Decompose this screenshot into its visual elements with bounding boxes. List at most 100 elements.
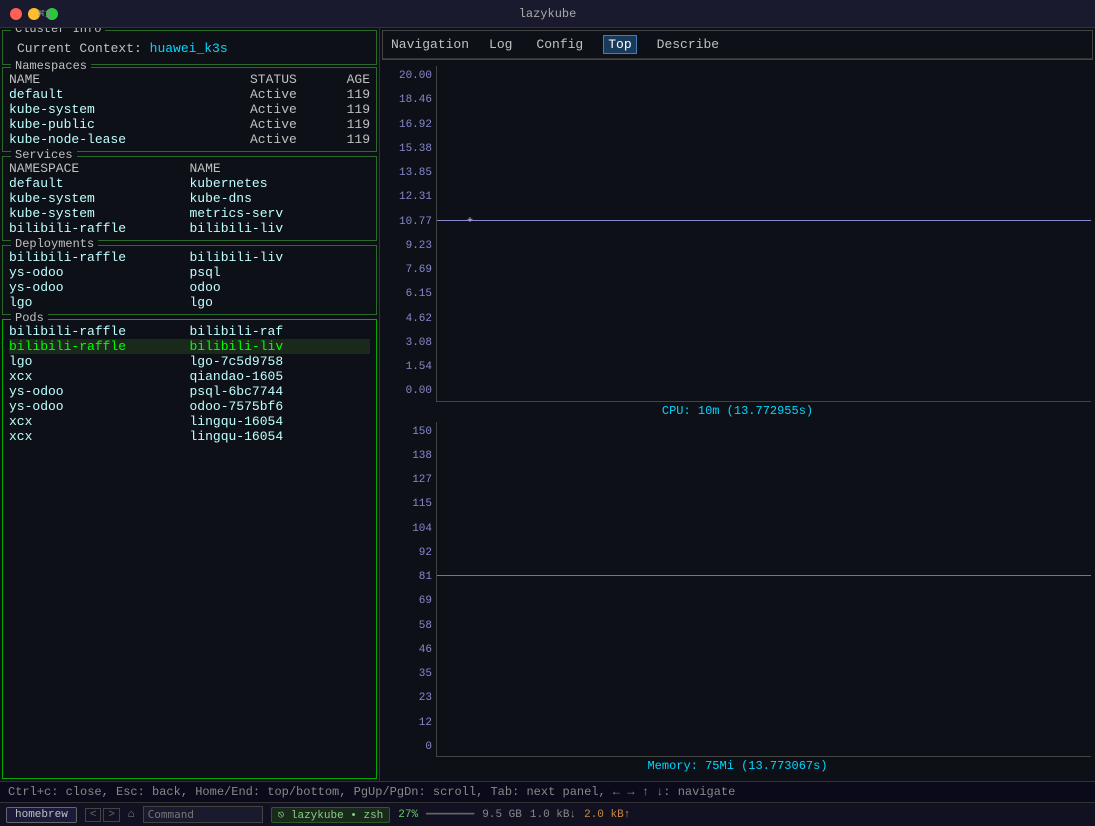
table-row[interactable]: lgo lgo (9, 295, 370, 310)
deploy-namespace: ys-odoo (9, 280, 190, 295)
terminal-right: ⎋ lazykube • zsh 27% ━━━━━━━━ 9.5 GB 1.0… (271, 807, 631, 823)
table-row[interactable]: default Active 119 (9, 87, 370, 102)
ns-age: 119 (330, 132, 370, 147)
cpu-y-label: 4.62 (384, 313, 432, 325)
mem-y-label: 58 (384, 620, 432, 632)
svc-col-namespace: NAMESPACE (9, 161, 190, 176)
deploy-name: psql (190, 265, 371, 280)
ns-age: 119 (330, 117, 370, 132)
close-button[interactable] (10, 8, 22, 20)
cpu-chart-label: CPU: 10m (13.772955s) (384, 402, 1091, 422)
title-bar: ⌘1 lazykube (0, 0, 1095, 28)
cpu-y-label: 16.92 (384, 119, 432, 131)
pods-table: bilibili-raffle bilibili-raf bilibili-ra… (9, 324, 370, 444)
table-row[interactable]: kube-system Active 119 (9, 102, 370, 117)
pod-name: lingqu-16054 (190, 414, 371, 429)
context-label: Current Context: (17, 41, 142, 56)
upload-info: 2.0 kB↑ (584, 809, 630, 821)
table-row[interactable]: lgo lgo-7c5d9758 (9, 354, 370, 369)
command-input[interactable] (143, 806, 263, 823)
table-row[interactable]: kube-system kube-dns (9, 191, 370, 206)
svc-name: kube-dns (190, 191, 371, 206)
lazykube-badge: ⎋ lazykube • zsh (271, 807, 391, 823)
svc-name: kubernetes (190, 176, 371, 191)
namespaces-title: Namespaces (11, 59, 91, 73)
namespaces-header: NAME STATUS AGE (9, 72, 370, 87)
table-row[interactable]: ys-odoo psql-6bc7744 (9, 384, 370, 399)
terminal-tab-homebrew[interactable]: homebrew (6, 807, 77, 823)
table-row[interactable]: default kubernetes (9, 176, 370, 191)
right-panel: Navigation Log Config Top Describe 20.00… (380, 28, 1095, 781)
nav-prev-button[interactable]: < (85, 808, 102, 822)
ns-name: kube-node-lease (9, 132, 250, 147)
status-bar: Ctrl+c: close, Esc: back, Home/End: top/… (0, 781, 1095, 802)
cpu-y-label: 15.38 (384, 143, 432, 155)
cpu-cursor: + (467, 216, 475, 224)
table-row[interactable]: kube-public Active 119 (9, 117, 370, 132)
tab-describe[interactable]: Describe (653, 36, 723, 53)
pod-name: lgo-7c5d9758 (190, 354, 371, 369)
pod-namespace: ys-odoo (9, 384, 190, 399)
cpu-y-label: 12.31 (384, 191, 432, 203)
deploy-namespace: ys-odoo (9, 265, 190, 280)
cpu-y-label: 9.23 (384, 240, 432, 252)
cpu-plot: + (436, 66, 1091, 402)
cpu-y-label: 18.46 (384, 94, 432, 106)
table-row[interactable]: xcx lingqu-16054 (9, 414, 370, 429)
navigation-tabs: Navigation Log Config Top Describe (383, 31, 1092, 59)
mem-y-axis: 150 138 127 115 104 92 81 69 58 46 35 23… (384, 422, 436, 758)
mem-y-label: 150 (384, 426, 432, 438)
cluster-info-title: Cluster Info (11, 28, 105, 36)
pod-namespace: xcx (9, 414, 190, 429)
table-row[interactable]: bilibili-raffle bilibili-raf (9, 324, 370, 339)
table-row[interactable]: kube-system metrics-serv (9, 206, 370, 221)
svc-namespace: bilibili-raffle (9, 221, 190, 236)
table-row[interactable]: bilibili-raffle bilibili-liv (9, 250, 370, 265)
memory-chart: 150 138 127 115 104 92 81 69 58 46 35 23… (384, 422, 1091, 778)
mem-horizontal-line (437, 575, 1091, 576)
mem-y-label: 92 (384, 547, 432, 559)
table-row[interactable]: kube-node-lease Active 119 (9, 132, 370, 147)
table-row[interactable]: ys-odoo odoo (9, 280, 370, 295)
svc-namespace: default (9, 176, 190, 191)
deploy-name: odoo (190, 280, 371, 295)
nav-next-button[interactable]: > (103, 808, 120, 822)
pod-name: psql-6bc7744 (190, 384, 371, 399)
mem-y-label: 23 (384, 692, 432, 704)
cpu-y-label: 1.54 (384, 361, 432, 373)
terminal-bar: homebrew < > ⌂ ⎋ lazykube • zsh 27% ━━━━… (0, 802, 1095, 826)
left-panel: Cluster Info Current Context: huawei_k3s… (0, 28, 380, 781)
table-row[interactable]: xcx qiandao-1605 (9, 369, 370, 384)
deploy-namespace: bilibili-raffle (9, 250, 190, 265)
main-content: Cluster Info Current Context: huawei_k3s… (0, 28, 1095, 781)
tab-top[interactable]: Top (603, 35, 636, 54)
ns-col-name: NAME (9, 72, 250, 87)
table-row[interactable]: xcx lingqu-16054 (9, 429, 370, 444)
ns-col-status: STATUS (250, 72, 330, 87)
table-row[interactable]: ys-odoo odoo-7575bf6 (9, 399, 370, 414)
deploy-name: lgo (190, 295, 371, 310)
services-title: Services (11, 148, 77, 162)
ns-status: Active (250, 117, 330, 132)
ns-name: default (9, 87, 250, 102)
mem-y-label: 0 (384, 741, 432, 753)
ns-status: Active (250, 102, 330, 117)
tab-config[interactable]: Config (532, 36, 587, 53)
cpu-y-label: 20.00 (384, 70, 432, 82)
tab-log[interactable]: Log (485, 36, 516, 53)
mem-y-label: 104 (384, 523, 432, 535)
charts-area: 20.00 18.46 16.92 15.38 13.85 12.31 10.7… (380, 62, 1095, 781)
cpu-y-label: 3.08 (384, 337, 432, 349)
cmd-label: ⌘1 (38, 7, 51, 21)
table-row[interactable]: bilibili-raffle bilibili-liv (9, 339, 370, 354)
svc-namespace: kube-system (9, 191, 190, 206)
pod-namespace: ys-odoo (9, 399, 190, 414)
table-row[interactable]: ys-odoo psql (9, 265, 370, 280)
percent-indicator: 27% (398, 809, 418, 821)
table-row[interactable]: bilibili-raffle bilibili-liv (9, 221, 370, 236)
pod-name-highlight: bilibili-liv (190, 339, 371, 354)
ns-name: kube-system (9, 102, 250, 117)
pod-name: odoo-7575bf6 (190, 399, 371, 414)
pod-name: bilibili-raf (190, 324, 371, 339)
pod-namespace: xcx (9, 369, 190, 384)
